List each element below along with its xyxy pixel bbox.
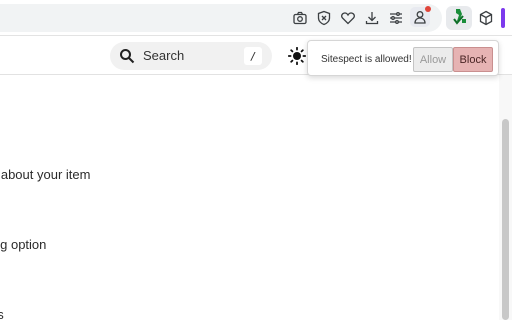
search-input[interactable]: Search / <box>110 42 272 70</box>
shield-icon[interactable] <box>315 9 333 27</box>
sitespect-extension-icon <box>451 7 467 30</box>
content-text-line: n about your item <box>0 167 91 182</box>
sitespect-popup: Sitespect is allowed! Allow Block <box>307 40 499 76</box>
content-text-line: ing option <box>0 237 47 252</box>
block-button[interactable]: Block <box>453 47 493 72</box>
theme-toggle-sun-icon[interactable] <box>288 47 306 65</box>
camera-icon[interactable] <box>291 9 309 27</box>
side-panel-indicator[interactable] <box>501 8 505 28</box>
notification-dot <box>425 6 431 12</box>
scrollbar-thumb[interactable] <box>502 119 509 320</box>
customize-icon[interactable] <box>387 9 405 27</box>
heart-icon[interactable] <box>339 9 357 27</box>
web-page: Search / n about your item ing option s … <box>0 37 512 322</box>
search-icon <box>120 49 135 64</box>
download-icon[interactable] <box>363 9 381 27</box>
sitespect-extension-button[interactable] <box>446 6 472 30</box>
allow-button[interactable]: Allow <box>413 47 453 72</box>
cube-icon[interactable] <box>477 9 495 27</box>
browser-toolbar <box>0 0 512 36</box>
search-shortcut-key: / <box>244 47 262 65</box>
search-label: Search <box>143 48 185 63</box>
popup-message: Sitespect is allowed! <box>321 54 412 65</box>
